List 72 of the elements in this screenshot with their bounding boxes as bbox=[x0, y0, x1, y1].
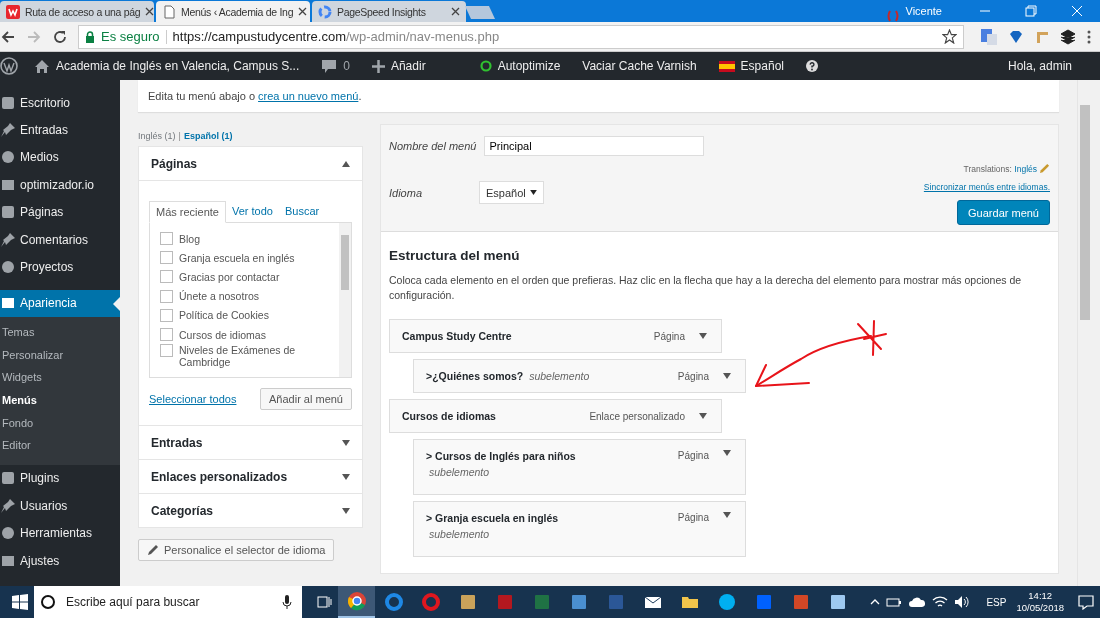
notice-text: Edita tu menú abajo o crea un nuevo menú. bbox=[148, 90, 362, 102]
panel-tab[interactable]: Más reciente bbox=[149, 201, 226, 223]
address-bar[interactable]: Es seguro https://campustudycentre.com/wp-admin/nav-menus.php bbox=[78, 24, 964, 49]
section-heading: Estructura del menú bbox=[389, 248, 521, 263]
menu-item[interactable]: Cursos de idiomas Enlace personalizado bbox=[389, 399, 722, 433]
sidebar-item[interactable]: Plugins bbox=[0, 464, 120, 493]
page-option-label: Cursos de idiomas bbox=[179, 328, 266, 341]
page-option-label: Únete a nosotros bbox=[179, 290, 259, 303]
submenu-item[interactable]: Fondo bbox=[0, 411, 120, 435]
save-menu-button[interactable]: Guardar menú bbox=[957, 200, 1050, 225]
profile-name[interactable]: Vicente bbox=[905, 5, 942, 17]
cache-link[interactable]: Vaciar Cache Varnish bbox=[582, 59, 697, 73]
submenu-item[interactable]: Temas bbox=[0, 321, 120, 344]
menu-item[interactable]: Campus Study Centre Página bbox=[389, 319, 722, 353]
page-option-label: Blog bbox=[179, 232, 200, 245]
panel-tab[interactable]: Buscar bbox=[278, 201, 326, 222]
sidebar-item[interactable]: Medios bbox=[0, 143, 120, 172]
language-selector-button[interactable]: Personalice el selector de idioma bbox=[138, 539, 335, 561]
menu-item[interactable]: >¿Quiénes somos? subelemento Página bbox=[413, 359, 746, 393]
field-label: Nombre del menú bbox=[389, 139, 477, 154]
sidebar-item[interactable]: Proyectos bbox=[0, 253, 120, 281]
browser-tab[interactable]: Ruta de acceso a una pág bbox=[0, 1, 154, 22]
sidebar-item[interactable]: Herramientas bbox=[0, 519, 120, 547]
sidebar-item[interactable]: Ajustes bbox=[0, 546, 120, 575]
sidebar-item[interactable]: Comentarios bbox=[0, 225, 120, 254]
sidebar-item[interactable]: Apariencia bbox=[0, 289, 120, 318]
account-link[interactable]: Hola, admin bbox=[1007, 59, 1072, 73]
sync-menus-link[interactable]: Sincronizar menús entre idiomas. bbox=[923, 182, 1050, 192]
browser-tab[interactable]: PageSpeed Insights bbox=[312, 1, 466, 22]
clock[interactable]: 14:12 10/05/2018 bbox=[1016, 590, 1064, 614]
panel-header[interactable]: Páginas bbox=[139, 147, 362, 181]
page-option-label: Política de Cookies bbox=[179, 309, 269, 322]
add-new-link[interactable]: Añadir bbox=[371, 59, 426, 73]
accordion-section[interactable]: Entradas bbox=[138, 426, 363, 460]
taskbar-search-field[interactable]: Escribe aquí para buscar bbox=[64, 594, 274, 610]
security-label: Es seguro bbox=[101, 29, 160, 44]
accordion-section[interactable]: Enlaces personalizados bbox=[138, 460, 363, 494]
accordion-section[interactable]: Categorías bbox=[138, 494, 363, 528]
autoptimize-link[interactable]: Autoptimize bbox=[479, 59, 561, 73]
menu-name-field[interactable]: Principal bbox=[484, 136, 705, 156]
add-to-menu-button[interactable]: Añadir al menú bbox=[260, 388, 352, 410]
language-switcher[interactable]: Español bbox=[718, 59, 784, 73]
sidebar-item[interactable]: Escritorio bbox=[0, 89, 120, 117]
submenu-item[interactable]: Editor bbox=[0, 434, 120, 457]
sidebar-item[interactable]: Entradas bbox=[0, 116, 120, 144]
browser-tab[interactable]: Menús ‹ Academia de Ing bbox=[156, 1, 310, 22]
site-name-link[interactable]: Academia de Inglés en Valencia, Campus S... bbox=[34, 58, 300, 74]
sidebar-item[interactable]: Usuarios bbox=[0, 492, 120, 520]
url-text: https://campustudycentre.com/wp-admin/nav-menus.php bbox=[172, 29, 500, 44]
panel-tab[interactable]: Ver todo bbox=[226, 201, 279, 222]
submenu-item[interactable]: Personalizar bbox=[0, 343, 120, 367]
submenu-item[interactable]: Menús bbox=[0, 388, 120, 412]
select-all-link[interactable]: Seleccionar todos bbox=[149, 393, 237, 405]
field-label: Idioma bbox=[389, 185, 424, 201]
language-filter-link[interactable]: Inglés (1) bbox=[138, 131, 176, 146]
menu-item[interactable]: > Granja escuela en inglés subelemento Página bbox=[413, 501, 746, 557]
menu-item[interactable]: > Cursos de Inglés para niños subelemento Página bbox=[413, 439, 746, 495]
submenu-item[interactable]: Widgets bbox=[0, 366, 120, 389]
translation-link[interactable]: Inglés bbox=[1014, 163, 1037, 174]
sidebar-item[interactable]: Páginas bbox=[0, 198, 120, 226]
comments-link[interactable]: 0 bbox=[321, 58, 350, 74]
page-option-label: Gracias por contactar bbox=[179, 270, 280, 283]
page-option-label: Niveles de Exámenes de Cambridge bbox=[179, 344, 297, 369]
translations-text: Translations: Inglés bbox=[963, 163, 1037, 174]
language-filter-link[interactable]: Español (1) bbox=[183, 131, 233, 146]
language-dropdown[interactable]: Español bbox=[479, 181, 544, 204]
page-option-label: Granja escuela en inglés bbox=[179, 251, 295, 264]
sidebar-item[interactable]: optimizador.io bbox=[0, 171, 120, 199]
section-description: Coloca cada elemento en el orden que prefieras. Haz clic en la flecha que hay a la derecha del elemento para mostrar más opciones de configuración. bbox=[389, 273, 1023, 303]
input-language-indicator[interactable]: ESP bbox=[986, 596, 1007, 608]
separator-text: | bbox=[178, 131, 181, 143]
taskbar-search-box[interactable]: Escribe aquí para buscar bbox=[34, 586, 302, 618]
